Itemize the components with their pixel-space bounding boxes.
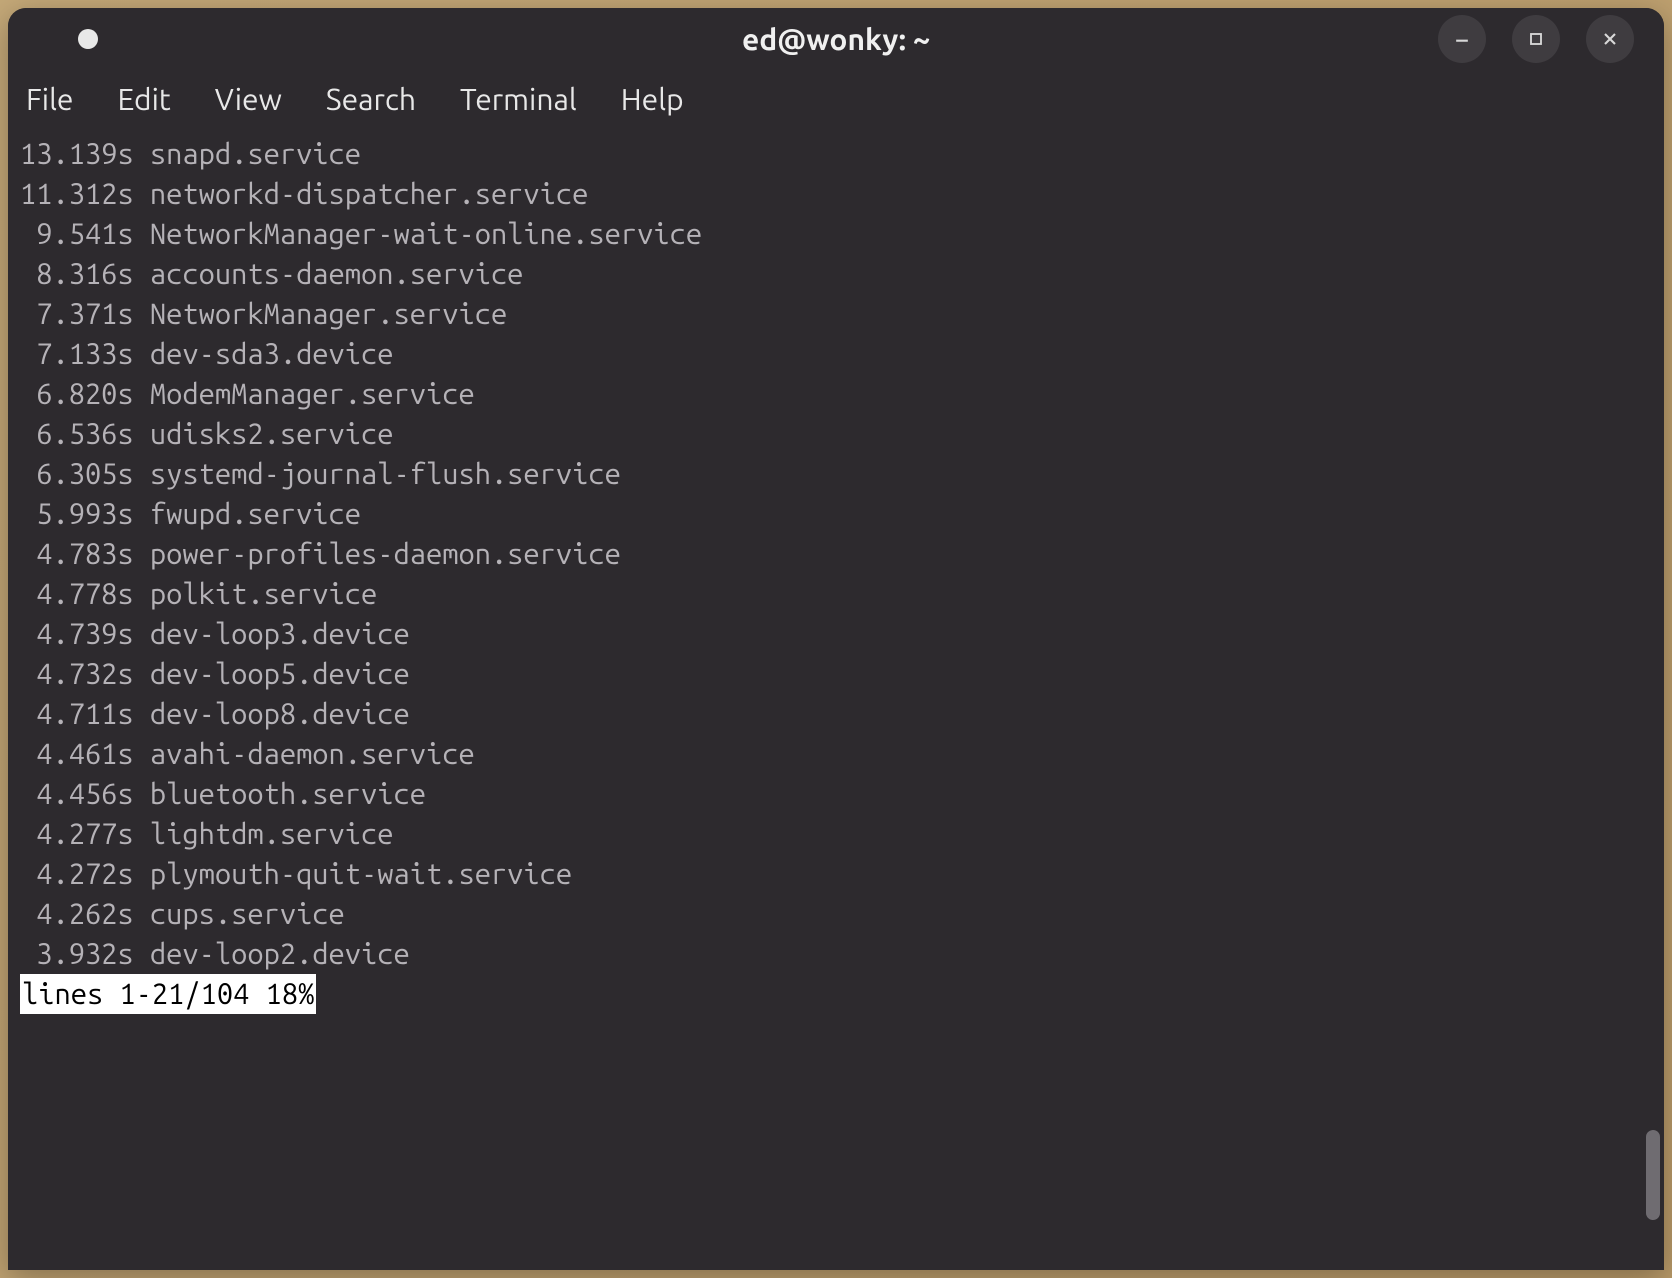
- terminal-line: 4.262s cups.service: [20, 894, 1652, 934]
- service-name: bluetooth.service: [150, 774, 426, 814]
- service-time: 4.778s: [20, 574, 134, 614]
- service-time: 6.305s: [20, 454, 134, 494]
- service-name: polkit.service: [150, 574, 377, 614]
- service-name: cups.service: [150, 894, 345, 934]
- pager-status: lines 1-21/104 18%: [20, 974, 316, 1014]
- terminal-line: 6.820s ModemManager.service: [20, 374, 1652, 414]
- window-title: ed@wonky: ~: [742, 22, 930, 56]
- service-name: avahi-daemon.service: [150, 734, 475, 774]
- service-name: fwupd.service: [150, 494, 361, 534]
- service-time: 11.312s: [20, 174, 134, 214]
- terminal-line: 4.456s bluetooth.service: [20, 774, 1652, 814]
- terminal-output: 13.139s snapd.service 11.312s networkd-disp…: [20, 134, 1652, 974]
- service-time: 13.139s: [20, 134, 134, 174]
- close-button[interactable]: [1586, 15, 1634, 63]
- service-name: plymouth-quit-wait.service: [150, 854, 572, 894]
- close-icon: [1600, 29, 1620, 49]
- service-time: 8.316s: [20, 254, 134, 294]
- window-controls: [1438, 15, 1648, 63]
- maximize-button[interactable]: [1512, 15, 1560, 63]
- service-time: 4.732s: [20, 654, 134, 694]
- service-name: NetworkManager-wait-online.service: [150, 214, 702, 254]
- terminal-line: 4.461s avahi-daemon.service: [20, 734, 1652, 774]
- terminal-line: 4.783s power-profiles-daemon.service: [20, 534, 1652, 574]
- service-time: 6.536s: [20, 414, 134, 454]
- menu-search[interactable]: Search: [304, 74, 438, 124]
- service-time: 4.461s: [20, 734, 134, 774]
- service-name: systemd-journal-flush.service: [150, 454, 621, 494]
- terminal-line: 8.316s accounts-daemon.service: [20, 254, 1652, 294]
- service-name: dev-loop5.device: [150, 654, 410, 694]
- terminal-line: 7.133s dev-sda3.device: [20, 334, 1652, 374]
- menubar: File Edit View Search Terminal Help: [8, 70, 1664, 128]
- service-time: 4.277s: [20, 814, 134, 854]
- service-time: 9.541s: [20, 214, 134, 254]
- maximize-icon: [1526, 29, 1546, 49]
- minimize-button[interactable]: [1438, 15, 1486, 63]
- service-name: dev-loop2.device: [150, 934, 410, 974]
- service-time: 7.133s: [20, 334, 134, 374]
- terminal-line: 9.541s NetworkManager-wait-online.service: [20, 214, 1652, 254]
- service-name: accounts-daemon.service: [150, 254, 524, 294]
- terminal-line: 4.732s dev-loop5.device: [20, 654, 1652, 694]
- terminal-line: 4.272s plymouth-quit-wait.service: [20, 854, 1652, 894]
- terminal-line: 5.993s fwupd.service: [20, 494, 1652, 534]
- terminal-line: 3.932s dev-loop2.device: [20, 934, 1652, 974]
- titlebar-indicator-dot: [78, 29, 98, 49]
- menu-help[interactable]: Help: [599, 74, 706, 124]
- menu-view[interactable]: View: [193, 74, 304, 124]
- service-name: snapd.service: [150, 134, 361, 174]
- service-time: 4.783s: [20, 534, 134, 574]
- terminal-line: 4.277s lightdm.service: [20, 814, 1652, 854]
- service-time: 4.272s: [20, 854, 134, 894]
- terminal-content[interactable]: 13.139s snapd.service 11.312s networkd-disp…: [8, 128, 1664, 1270]
- service-name: ModemManager.service: [150, 374, 475, 414]
- service-time: 5.993s: [20, 494, 134, 534]
- service-name: lightdm.service: [150, 814, 394, 854]
- service-name: dev-sda3.device: [150, 334, 394, 374]
- service-time: 4.456s: [20, 774, 134, 814]
- menu-edit[interactable]: Edit: [96, 74, 193, 124]
- service-name: NetworkManager.service: [150, 294, 507, 334]
- service-time: 4.262s: [20, 894, 134, 934]
- titlebar[interactable]: ed@wonky: ~: [8, 8, 1664, 70]
- service-time: 6.820s: [20, 374, 134, 414]
- service-time: 4.739s: [20, 614, 134, 654]
- service-name: networkd-dispatcher.service: [150, 174, 588, 214]
- menu-file[interactable]: File: [26, 74, 96, 124]
- service-time: 4.711s: [20, 694, 134, 734]
- terminal-line: 6.536s udisks2.service: [20, 414, 1652, 454]
- terminal-line: 4.778s polkit.service: [20, 574, 1652, 614]
- terminal-window: ed@wonky: ~ File Edit View: [8, 8, 1664, 1270]
- terminal-line: 6.305s systemd-journal-flush.service: [20, 454, 1652, 494]
- service-name: dev-loop8.device: [150, 694, 410, 734]
- menu-terminal[interactable]: Terminal: [438, 74, 599, 124]
- terminal-line: 13.139s snapd.service: [20, 134, 1652, 174]
- scrollbar-thumb[interactable]: [1646, 1130, 1660, 1220]
- service-time: 7.371s: [20, 294, 134, 334]
- minimize-icon: [1452, 29, 1472, 49]
- terminal-line: 11.312s networkd-dispatcher.service: [20, 174, 1652, 214]
- terminal-line: 4.711s dev-loop8.device: [20, 694, 1652, 734]
- service-time: 3.932s: [20, 934, 134, 974]
- terminal-line: 4.739s dev-loop3.device: [20, 614, 1652, 654]
- service-name: dev-loop3.device: [150, 614, 410, 654]
- terminal-line: 7.371s NetworkManager.service: [20, 294, 1652, 334]
- service-name: power-profiles-daemon.service: [150, 534, 621, 574]
- service-name: udisks2.service: [150, 414, 394, 454]
